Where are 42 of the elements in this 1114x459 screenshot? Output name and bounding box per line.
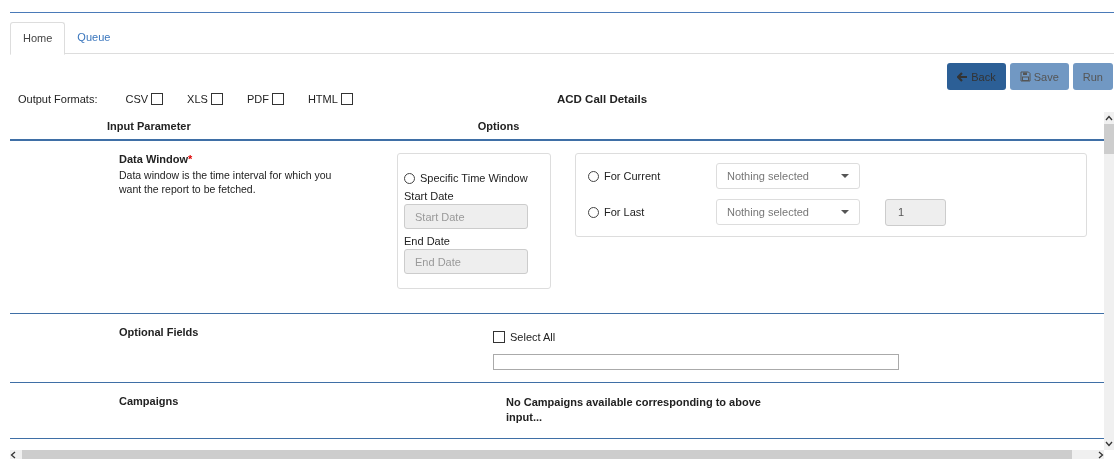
required-mark: * [187, 153, 193, 165]
format-label: PDF [246, 93, 269, 105]
section-title: Optional Fields [119, 326, 199, 338]
radio-button[interactable] [588, 170, 599, 182]
empty-message: No Campaigns available corresponding to above input... [505, 395, 762, 425]
checkbox[interactable] [271, 93, 284, 105]
checkbox[interactable] [151, 93, 164, 105]
tab[interactable]: Queue [65, 22, 123, 53]
radio-label: For Last [604, 206, 645, 218]
radio-button[interactable] [588, 206, 599, 218]
section-title: Data Window [119, 153, 188, 165]
input-field[interactable] [493, 354, 899, 370]
radio-label: For Current [604, 170, 661, 182]
checkbox[interactable] [493, 331, 505, 343]
output-formats-label: Output Formats: [18, 93, 98, 105]
scrollbar-thumb[interactable] [1104, 124, 1114, 154]
chevron-left-icon[interactable] [10, 450, 16, 459]
vertical-scrollbar[interactable] [1104, 112, 1114, 450]
section-title: Campaigns [119, 395, 179, 407]
format-label: HTML [307, 93, 338, 105]
tab[interactable]: Home [10, 22, 66, 55]
arrow-left-icon [957, 71, 969, 82]
report-title: ACD Call Details [557, 93, 648, 105]
caret-icon [841, 174, 849, 178]
checkbox[interactable] [210, 93, 223, 105]
chevron-up-icon[interactable] [1105, 115, 1113, 121]
field-label: Start Date [404, 190, 455, 202]
column-header: Options [477, 119, 520, 132]
checkbox[interactable] [340, 93, 353, 105]
checkbox-label: Select All [510, 331, 556, 343]
column-header: Input Parameter [107, 119, 191, 132]
format-label: CSV [125, 93, 149, 105]
chevron-right-icon[interactable] [1098, 450, 1104, 459]
caret-icon [841, 210, 849, 214]
dropdown[interactable]: Nothing selected [716, 163, 860, 189]
radio-label: Specific Time Window [420, 172, 528, 184]
section-description: Data window is the time interval for which you want the report to be fetched. [119, 168, 333, 197]
dropdown[interactable]: Nothing selected [716, 199, 860, 225]
field-label: End Date [404, 235, 451, 247]
chevron-down-icon[interactable] [1105, 441, 1113, 447]
format-label: XLS [187, 93, 208, 105]
radio-button[interactable] [404, 172, 415, 184]
